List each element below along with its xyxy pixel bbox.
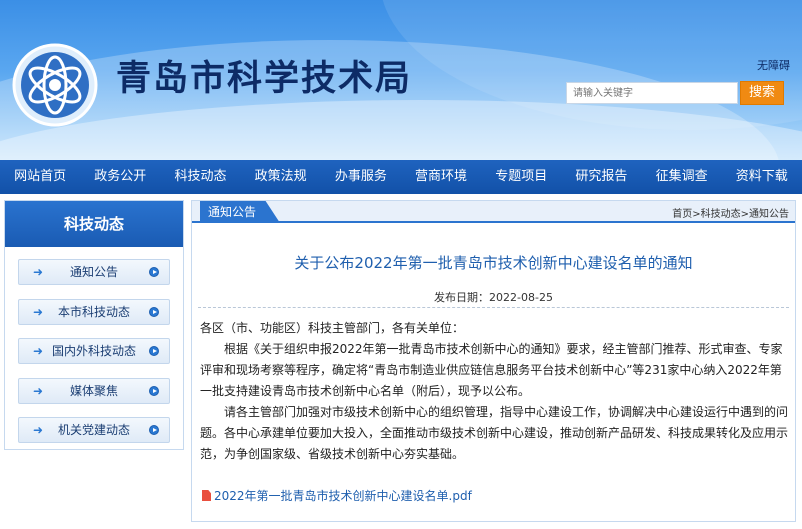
article-title: 关于公布2022年第一批青岛市技术创新中心建设名单的通知 <box>294 254 693 272</box>
nav-item-government-affairs[interactable]: 政务公开 <box>90 160 150 194</box>
publish-date: 发布日期：2022-08-25 <box>434 291 553 304</box>
sidebar-item-label: 机关党建动态 <box>57 423 130 437</box>
section-tab[interactable]: 通知公告 <box>200 201 280 223</box>
accessibility-link[interactable]: 无障碍 <box>757 57 790 73</box>
attachment-label: 2022年第一批青岛市技术创新中心建设名单.pdf <box>214 489 472 503</box>
circle-play-icon <box>149 425 159 435</box>
arrow-right-icon: ➜ <box>33 304 44 319</box>
nav-item-policies[interactable]: 政策法规 <box>251 160 311 194</box>
nav-item-tech-news[interactable]: 科技动态 <box>170 160 230 194</box>
search-input[interactable] <box>566 82 738 104</box>
sidebar-item-label: 国内外科技动态 <box>51 344 136 358</box>
arrow-right-icon: ➜ <box>33 383 44 398</box>
sidebar-menu: ➜ 通知公告 ➜ 本市科技动态 ➜ 国内外科技动态 ➜ 媒体聚焦 ➜ 机关党建动… <box>5 247 183 443</box>
arrow-right-icon: ➜ <box>33 423 44 437</box>
arrow-right-icon: ➜ <box>33 265 44 279</box>
content-header-bar: 通知公告 首页>科技动态>通知公告 <box>192 201 795 223</box>
sidebar-item-local-tech-news[interactable]: ➜ 本市科技动态 <box>18 298 170 325</box>
sidebar-item-label: 本市科技动态 <box>57 304 130 319</box>
circle-play-icon <box>149 267 159 277</box>
sidebar-item-notices[interactable]: ➜ 通知公告 <box>18 259 170 285</box>
sidebar: 科技动态 ➜ 通知公告 ➜ 本市科技动态 ➜ 国内外科技动态 ➜ 媒体聚焦 ➜ … <box>4 200 184 450</box>
science-atom-logo-icon[interactable] <box>12 42 98 128</box>
nav-item-research-reports[interactable]: 研究报告 <box>571 160 631 194</box>
sidebar-item-party-building[interactable]: ➜ 机关党建动态 <box>18 417 170 443</box>
nav-item-special-projects[interactable]: 专题项目 <box>491 160 551 194</box>
arrow-right-icon: ➜ <box>33 344 44 358</box>
sidebar-item-media-focus[interactable]: ➜ 媒体聚焦 <box>18 377 170 404</box>
paragraph: 根据《关于组织申报2022年第一批青岛市技术创新中心的通知》要求，经主管部门推荐… <box>200 342 783 398</box>
circle-play-icon <box>149 346 159 356</box>
sidebar-item-label: 媒体聚焦 <box>69 383 118 398</box>
search-button[interactable]: 搜索 <box>740 81 784 105</box>
site-header: 青岛市科学技术局 无障碍 搜索 <box>0 0 802 160</box>
sidebar-item-label: 通知公告 <box>69 265 118 279</box>
breadcrumb[interactable]: 首页>科技动态>通知公告 <box>672 205 789 220</box>
divider <box>198 307 789 308</box>
main-nav: 网站首页 政务公开 科技动态 政策法规 办事服务 营商环境 专题项目 研究报告 … <box>0 160 802 194</box>
circle-play-icon <box>149 306 159 317</box>
paragraph: 请各主管部门加强对市级技术创新中心的组织管理，指导中心建设工作，协调解决中心建设… <box>200 405 789 461</box>
nav-item-surveys[interactable]: 征集调查 <box>652 160 712 194</box>
salutation: 各区（市、功能区）科技主管部门，各有关单位： <box>200 321 465 335</box>
attachment-link[interactable]: 2022年第一批青岛市技术创新中心建设名单.pdf <box>202 487 472 504</box>
nav-item-business-environment[interactable]: 营商环境 <box>411 160 471 194</box>
article-body: 各区（市、功能区）科技主管部门，各有关单位： 根据《关于组织申报2022年第一批… <box>200 318 788 465</box>
site-title: 青岛市科学技术局 <box>116 59 413 99</box>
nav-item-services[interactable]: 办事服务 <box>331 160 391 194</box>
sidebar-item-domestic-foreign-tech-news[interactable]: ➜ 国内外科技动态 <box>18 338 170 364</box>
nav-item-downloads[interactable]: 资料下载 <box>732 160 792 194</box>
sidebar-title: 科技动态 <box>5 201 183 247</box>
circle-play-icon <box>149 385 159 396</box>
nav-item-home[interactable]: 网站首页 <box>10 160 70 194</box>
article-panel: 通知公告 首页>科技动态>通知公告 关于公布2022年第一批青岛市技术创新中心建… <box>191 200 796 522</box>
pdf-file-icon <box>202 490 211 501</box>
